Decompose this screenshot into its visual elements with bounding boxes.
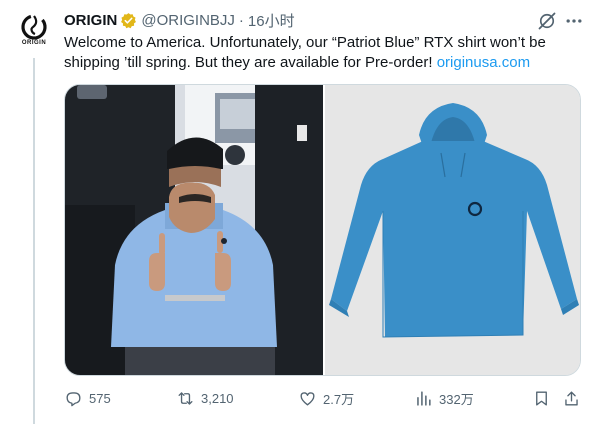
media-photo-left[interactable] [65, 85, 323, 375]
grok-icon [538, 12, 556, 30]
verified-badge-icon[interactable] [120, 12, 137, 29]
like-icon [300, 391, 315, 406]
blue-hooded-shirt-photo [325, 85, 580, 375]
bookmark-button[interactable] [532, 386, 557, 410]
repost-button[interactable]: 3,210 [176, 386, 234, 410]
author-handle[interactable]: @ORIGINBJJ [141, 12, 235, 29]
reply-count: 575 [89, 390, 111, 406]
reply-button[interactable]: 575 [64, 386, 111, 410]
separator-dot: · [238, 11, 244, 29]
views-icon [417, 390, 431, 406]
media-grid [64, 84, 581, 376]
avatar-brand-text: ORIGIN [21, 40, 47, 46]
like-button[interactable]: 2.7万 [298, 386, 354, 410]
man-in-blue-hoodie-photo [65, 85, 323, 375]
display-name[interactable]: ORIGIN [64, 12, 117, 29]
retweet-icon [178, 391, 193, 405]
views-button[interactable]: 332万 [414, 386, 474, 410]
share-icon [565, 390, 578, 406]
more-icon [566, 19, 582, 23]
tweet-text: Welcome to America. Unfortunately, our “… [64, 33, 574, 73]
post-time[interactable]: 16小时 [248, 10, 295, 31]
action-bar: 575 3,210 2.7万 332万 [64, 386, 584, 410]
like-count: 2.7万 [323, 391, 355, 407]
repost-count: 3,210 [201, 390, 234, 406]
bookmark-icon [536, 390, 547, 406]
tweet-header: ORIGIN @ORIGINBJJ · 16小时 [64, 10, 295, 30]
reply-icon [66, 391, 81, 406]
views-count: 332万 [439, 391, 474, 407]
more-button[interactable] [564, 11, 584, 31]
media-photo-right[interactable] [325, 85, 580, 375]
tweet-link[interactable]: originusa.com [437, 54, 530, 71]
share-button[interactable] [562, 386, 587, 410]
thread-line [33, 58, 35, 424]
grok-button[interactable] [537, 11, 557, 31]
